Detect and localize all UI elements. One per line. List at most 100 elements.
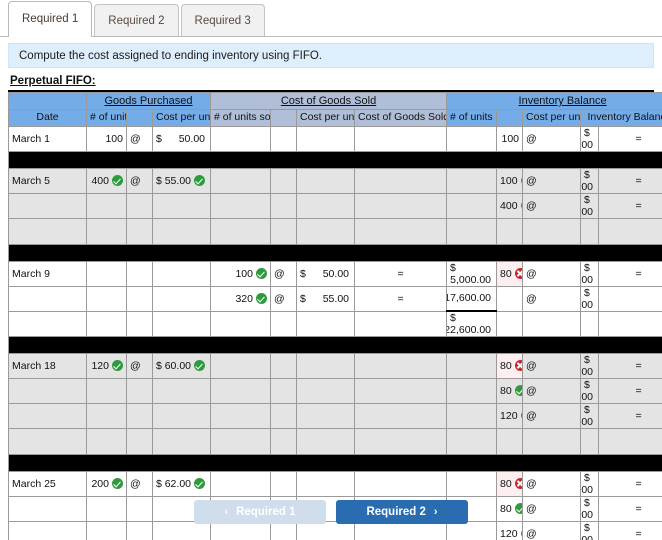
cell-purchased-units[interactable] (86, 428, 127, 455)
cell-sold-units[interactable] (210, 218, 271, 245)
cell-sold-cost[interactable] (296, 378, 355, 404)
cell-cost-of-goods-sold[interactable]: $5,000.00 (446, 260, 498, 287)
cell-sold-cost[interactable] (296, 403, 355, 429)
cell-sold-units[interactable]: 320 (210, 285, 271, 312)
cell-purchased-units[interactable] (86, 218, 127, 245)
cell-date[interactable] (8, 403, 87, 429)
cell-date[interactable] (8, 285, 87, 312)
cell-balance-units[interactable]: 100 (496, 126, 524, 152)
cell-purchased-units[interactable] (86, 285, 127, 312)
cell-purchased-cost[interactable] (152, 193, 211, 219)
cell-balance-cost[interactable]: $55.00 (580, 193, 600, 219)
cell-purchased-units[interactable]: 400 (86, 168, 127, 194)
cell-date[interactable]: March 9 (8, 260, 87, 287)
tab-required-3[interactable]: Required 3 (180, 4, 265, 36)
cell-balance-units[interactable] (496, 218, 524, 245)
cell-date[interactable] (8, 218, 87, 245)
cell-cost-of-goods-sold[interactable] (446, 353, 498, 379)
cell-cost-of-goods-sold[interactable] (446, 470, 498, 497)
cell-sold-cost[interactable] (296, 168, 355, 194)
cell-purchased-cost[interactable] (152, 260, 211, 287)
tab-required-2[interactable]: Required 2 (94, 4, 179, 36)
cell-purchased-units[interactable]: 200 (86, 470, 127, 497)
cell-sold-cost[interactable] (296, 218, 355, 245)
cell-balance-cost[interactable]: $50.00 (580, 126, 600, 152)
cell-purchased-units[interactable] (86, 310, 127, 337)
cell-purchased-units[interactable] (86, 378, 127, 404)
cell-date[interactable] (8, 193, 87, 219)
cell-balance-cost[interactable]: $55.00 (580, 378, 600, 404)
cell-balance-units[interactable]: 80 (496, 378, 524, 404)
cell-date[interactable] (8, 428, 87, 455)
cell-purchased-cost[interactable] (152, 403, 211, 429)
cell-purchased-cost[interactable] (152, 218, 211, 245)
cell-cost-of-goods-sold[interactable]: $22,600.00 (446, 310, 498, 337)
tab-required-1[interactable]: Required 1 (8, 1, 93, 37)
cell-purchased-units[interactable]: 120 (86, 353, 127, 379)
cell-sold-units[interactable] (210, 310, 271, 337)
cell-purchased-cost[interactable] (152, 428, 211, 455)
cell-purchased-cost[interactable]: $60.00 (152, 353, 211, 379)
cell-cost-of-goods-sold[interactable] (446, 428, 498, 455)
cell-balance-units[interactable]: 400 (496, 193, 524, 219)
cell-cost-of-goods-sold[interactable]: 17,600.00 (446, 285, 498, 312)
cell-balance-cost[interactable]: $50.00 (580, 260, 600, 287)
cell-balance-units[interactable]: 120 (496, 403, 524, 429)
cell-purchased-units[interactable] (86, 403, 127, 429)
cell-balance-units[interactable] (496, 428, 524, 455)
cell-sold-units[interactable]: 100 (210, 260, 271, 287)
cell-balance-units[interactable]: 80 (496, 353, 524, 379)
cell-balance-units[interactable]: 100 (496, 168, 524, 194)
cell-balance-cost[interactable]: $55.00 (580, 285, 600, 312)
cell-balance-cost[interactable] (580, 218, 600, 245)
cell-purchased-cost[interactable]: $55.00 (152, 168, 211, 194)
cell-sold-cost[interactable] (296, 310, 355, 337)
cell-purchased-cost[interactable]: $62.00 (152, 470, 211, 497)
cell-purchased-cost[interactable]: $50.00 (152, 126, 211, 152)
next-required-button[interactable]: Required 2 › (336, 500, 468, 524)
cell-date[interactable]: March 18 (8, 353, 87, 379)
cell-purchased-cost[interactable] (152, 310, 211, 337)
cell-cost-of-goods-sold[interactable] (446, 126, 498, 152)
cell-sold-units[interactable] (210, 126, 271, 152)
cell-sold-cost[interactable] (296, 470, 355, 497)
cell-balance-cost[interactable]: $50.00 (580, 470, 600, 497)
cell-balance-cost[interactable]: $50.00 (580, 353, 600, 379)
cell-balance-units[interactable]: 80 (496, 260, 524, 287)
cell-balance-cost[interactable]: $60.00 (580, 403, 600, 429)
cell-sold-cost[interactable] (296, 193, 355, 219)
cell-sold-cost[interactable]: $55.00 (296, 285, 355, 312)
cell-date[interactable]: March 25 (8, 470, 87, 497)
cell-purchased-cost[interactable] (152, 378, 211, 404)
cell-sold-units[interactable] (210, 428, 271, 455)
cell-date[interactable]: March 5 (8, 168, 87, 194)
cell-balance-units[interactable] (496, 310, 524, 337)
cell-cost-of-goods-sold[interactable] (446, 378, 498, 404)
cell-purchased-units[interactable]: 100 (86, 126, 127, 152)
cell-sold-units[interactable] (210, 378, 271, 404)
cell-balance-units[interactable]: 80 (496, 470, 524, 497)
cell-sold-cost[interactable]: $50.00 (296, 260, 355, 287)
cell-sold-cost[interactable] (296, 353, 355, 379)
cell-cost-of-goods-sold[interactable] (446, 168, 498, 194)
cell-balance-cost[interactable] (580, 428, 600, 455)
cell-sold-units[interactable] (210, 353, 271, 379)
cell-purchased-units[interactable] (86, 193, 127, 219)
cell-sold-units[interactable] (210, 470, 271, 497)
cell-purchased-units[interactable] (86, 260, 127, 287)
cell-sold-units[interactable] (210, 168, 271, 194)
cell-balance-cost[interactable] (580, 310, 600, 337)
cell-cost-of-goods-sold[interactable] (446, 218, 498, 245)
cell-sold-units[interactable] (210, 193, 271, 219)
cell-balance-cost[interactable]: $50.00 (580, 168, 600, 194)
cell-cost-of-goods-sold[interactable] (446, 403, 498, 429)
cell-date[interactable] (8, 310, 87, 337)
cell-sold-units[interactable] (210, 403, 271, 429)
cell-sold-cost[interactable] (296, 126, 355, 152)
cell-cost-of-goods-sold[interactable] (446, 193, 498, 219)
prev-required-button[interactable]: ‹ Required 1 (194, 500, 326, 524)
cell-sold-cost[interactable] (296, 428, 355, 455)
cell-date[interactable] (8, 378, 87, 404)
cell-balance-units[interactable] (496, 285, 524, 312)
cell-date[interactable]: March 1 (8, 126, 87, 152)
